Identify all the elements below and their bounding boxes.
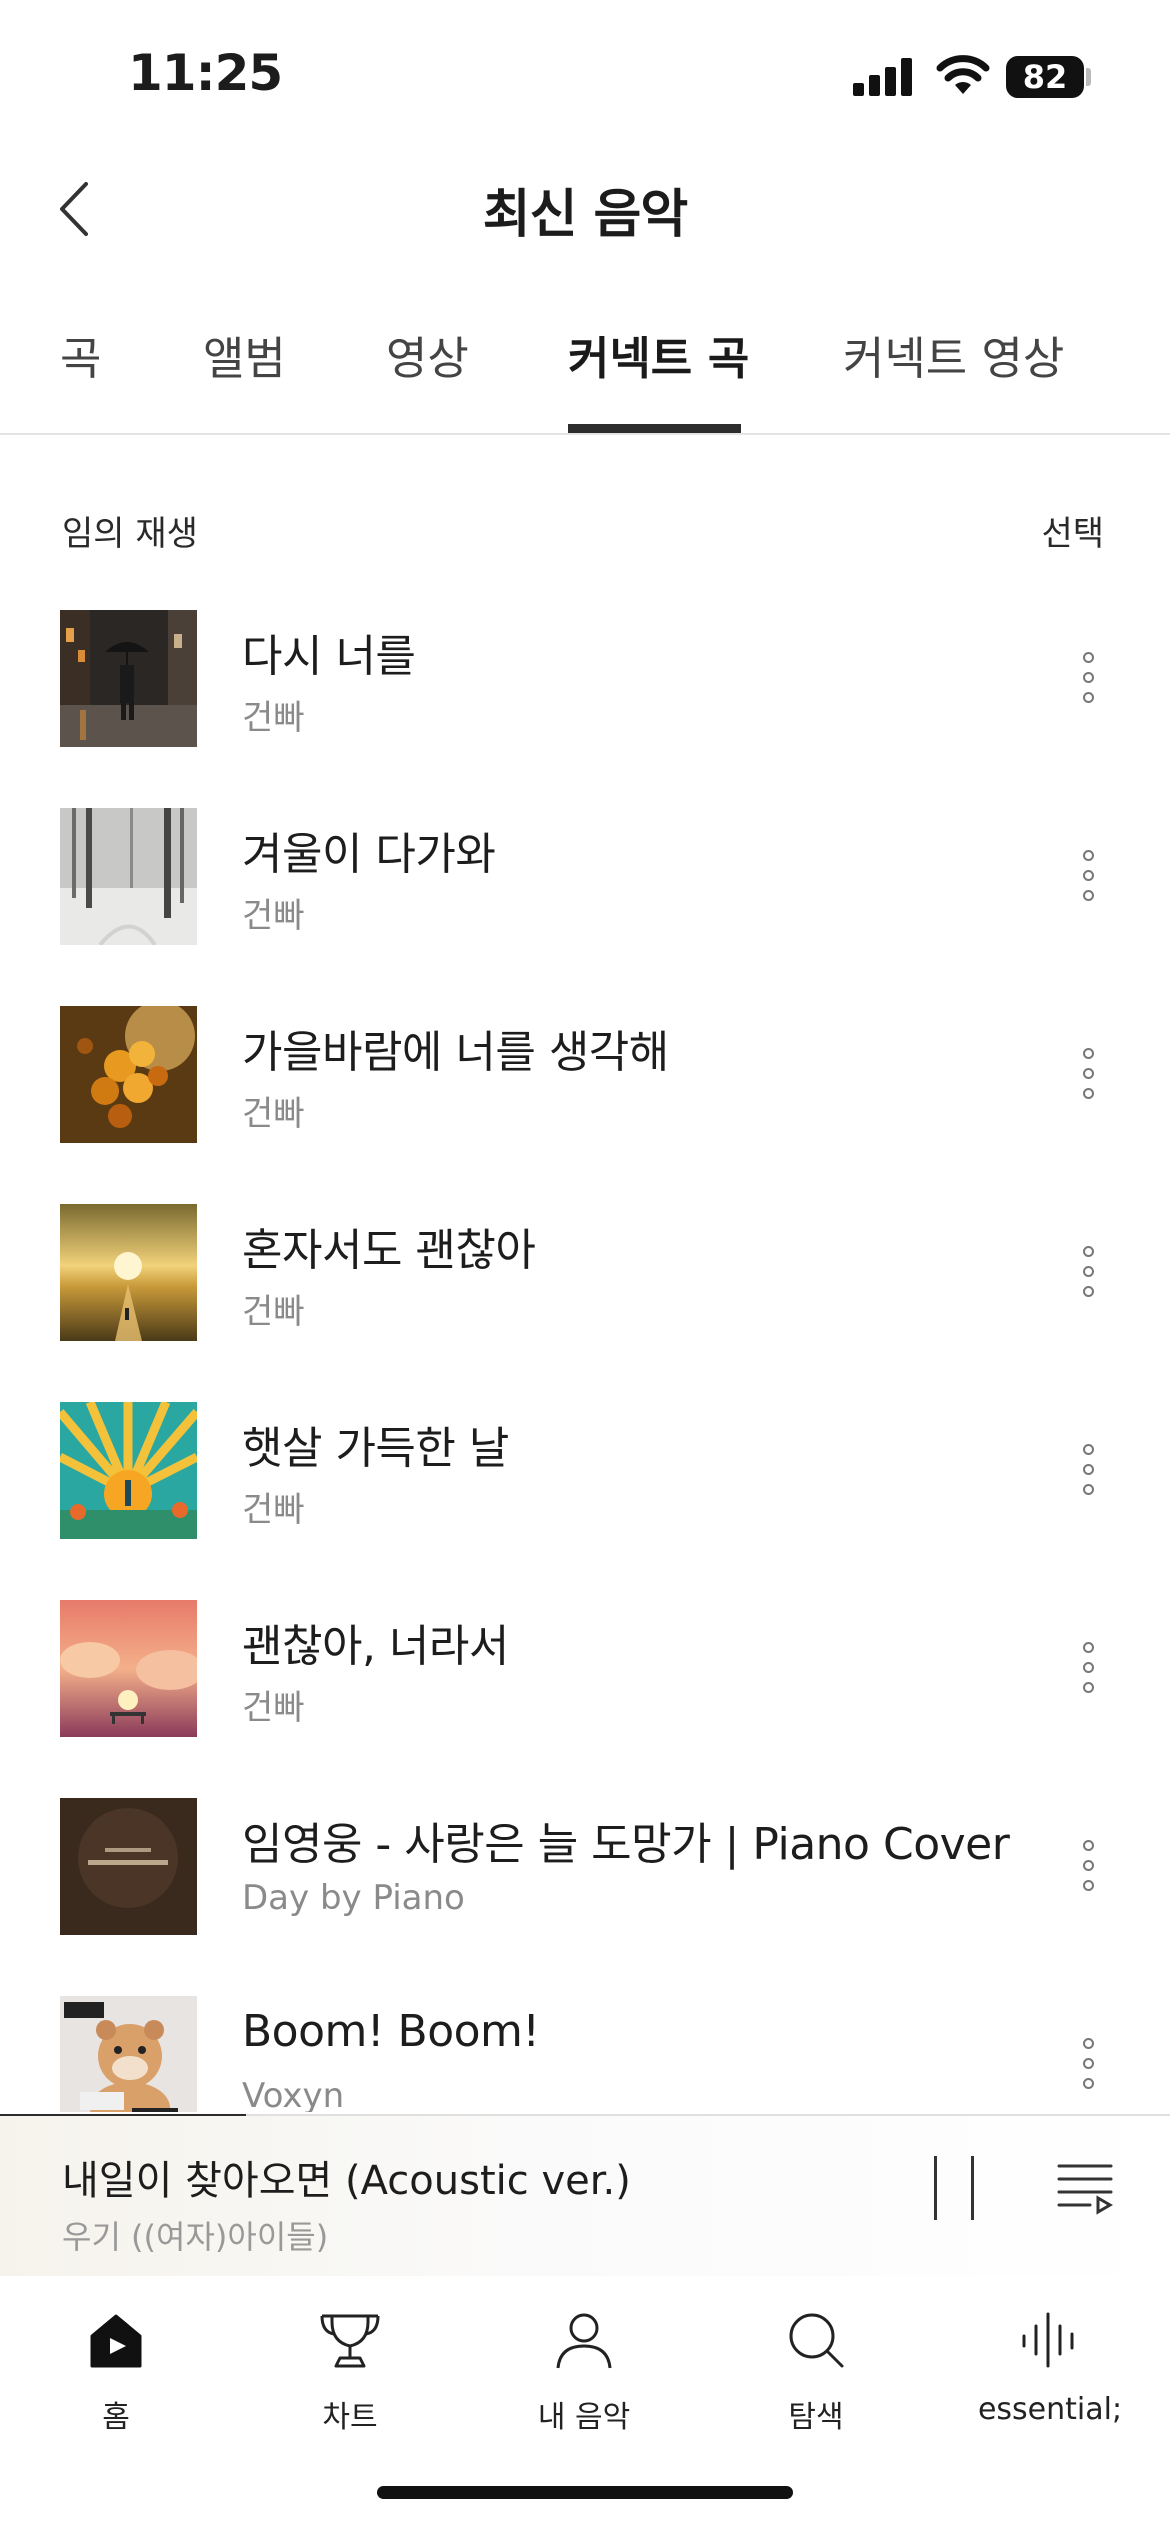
nav-label: 탐색 bbox=[788, 2400, 844, 2435]
song-artist: 건빠 bbox=[242, 698, 305, 738]
playlist-queue-icon[interactable] bbox=[1056, 2160, 1114, 2216]
song-artist: Day by Piano bbox=[242, 1878, 465, 1918]
more-options-icon[interactable] bbox=[1078, 1048, 1098, 1104]
home-indicator bbox=[377, 2486, 793, 2499]
list-item[interactable]: 혼자서도 괜찮아 건빠 bbox=[0, 1194, 1170, 1392]
song-artist: 건빠 bbox=[242, 1490, 305, 1530]
home-icon bbox=[90, 2314, 142, 2368]
song-artist: 건빠 bbox=[242, 1094, 305, 1134]
tab-connect-videos[interactable]: 커넥트 영상 bbox=[843, 322, 1064, 387]
list-item[interactable]: Boom! Boom! Voxyn bbox=[0, 1986, 1170, 2112]
more-options-icon[interactable] bbox=[1078, 1642, 1098, 1698]
song-artist: 건빠 bbox=[242, 896, 305, 936]
select-button[interactable]: 선택 bbox=[1041, 506, 1104, 555]
nav-label: 차트 bbox=[322, 2400, 378, 2435]
nav-home[interactable]: 홈 bbox=[16, 2308, 216, 2436]
song-title: 다시 너를 bbox=[242, 631, 416, 682]
nav-label: essential; bbox=[977, 2392, 1123, 2427]
person-icon bbox=[556, 2313, 612, 2369]
album-art bbox=[60, 808, 197, 945]
page-title: 최신 음악 bbox=[482, 185, 688, 245]
nav-label: 내 음악 bbox=[537, 2400, 631, 2435]
song-title: 괜찮아, 너라서 bbox=[242, 1621, 509, 1672]
now-playing-title: 내일이 찾아오면 (Acoustic ver.) bbox=[62, 2158, 631, 2204]
more-options-icon[interactable] bbox=[1078, 1246, 1098, 1302]
more-options-icon[interactable] bbox=[1078, 850, 1098, 906]
album-art bbox=[60, 610, 197, 747]
list-item[interactable]: 임영웅 - 사랑은 늘 도망가 | Piano Cover Day by Pia… bbox=[0, 1788, 1170, 1986]
nav-chart[interactable]: 차트 bbox=[250, 2308, 450, 2436]
tab-connect-songs[interactable]: 커넥트 곡 bbox=[568, 322, 749, 387]
status-bar: 11:25 82 bbox=[0, 0, 1170, 150]
active-tab-indicator bbox=[568, 424, 741, 433]
album-art bbox=[60, 1204, 197, 1341]
nav-my-music[interactable]: 내 음악 bbox=[484, 2308, 684, 2436]
search-icon bbox=[789, 2313, 844, 2368]
mini-player[interactable]: 내일이 찾아오면 (Acoustic ver.) 우기 ((여자)아이들) bbox=[0, 2116, 1170, 2276]
song-artist: 건빠 bbox=[242, 1292, 305, 1332]
list-item[interactable]: 다시 너를 건빠 bbox=[0, 600, 1170, 798]
battery-tip bbox=[1086, 68, 1091, 86]
cellular-signal-icon bbox=[853, 58, 913, 96]
tab-albums[interactable]: 앨범 bbox=[203, 322, 286, 387]
list-item[interactable]: 겨울이 다가와 건빠 bbox=[0, 798, 1170, 996]
song-title: 임영웅 - 사랑은 늘 도망가 | Piano Cover bbox=[242, 1819, 1010, 1870]
soundwave-icon bbox=[1022, 2312, 1074, 2368]
status-time: 11:25 bbox=[128, 44, 283, 102]
more-options-icon[interactable] bbox=[1078, 2038, 1098, 2094]
nav-explore[interactable]: 탐색 bbox=[716, 2308, 916, 2436]
nav-essential[interactable]: essential; bbox=[950, 2308, 1150, 2427]
nav-label: 홈 bbox=[102, 2400, 130, 2435]
song-title: 가을바람에 너를 생각해 bbox=[242, 1027, 669, 1078]
song-title: Boom! Boom! bbox=[242, 2006, 540, 2057]
pause-button[interactable] bbox=[934, 2156, 974, 2220]
song-artist: Voxyn bbox=[242, 2076, 345, 2112]
tab-bar: 곡 앨범 영상 커넥트 곡 커넥트 영상 bbox=[0, 300, 1170, 435]
tab-videos[interactable]: 영상 bbox=[386, 322, 469, 387]
song-title: 햇살 가득한 날 bbox=[242, 1423, 509, 1474]
more-options-icon[interactable] bbox=[1078, 652, 1098, 708]
song-artist: 건빠 bbox=[242, 1688, 305, 1728]
battery-icon: 82 bbox=[1006, 56, 1084, 98]
album-art bbox=[60, 1798, 197, 1935]
album-art bbox=[60, 1402, 197, 1539]
song-title: 겨울이 다가와 bbox=[242, 829, 496, 880]
song-list: 다시 너를 건빠 겨울이 다가와 건빠 가을바람에 너를 생각해 건빠 혼자서도… bbox=[0, 600, 1170, 2112]
now-playing-artist: 우기 ((여자)아이들) bbox=[62, 2218, 329, 2256]
list-item[interactable]: 가을바람에 너를 생각해 건빠 bbox=[0, 996, 1170, 1194]
list-item[interactable]: 괜찮아, 너라서 건빠 bbox=[0, 1590, 1170, 1788]
trophy-icon bbox=[320, 2314, 380, 2368]
album-art bbox=[60, 1600, 197, 1737]
shuffle-play-button[interactable]: 임의 재생 bbox=[62, 506, 198, 555]
album-art bbox=[60, 1006, 197, 1143]
more-options-icon[interactable] bbox=[1078, 1840, 1098, 1896]
more-options-icon[interactable] bbox=[1078, 1444, 1098, 1500]
wifi-icon bbox=[936, 55, 990, 94]
song-title: 혼자서도 괜찮아 bbox=[242, 1225, 536, 1276]
album-art bbox=[60, 1996, 197, 2112]
list-item[interactable]: 햇살 가득한 날 건빠 bbox=[0, 1392, 1170, 1590]
tab-songs[interactable]: 곡 bbox=[60, 322, 101, 387]
